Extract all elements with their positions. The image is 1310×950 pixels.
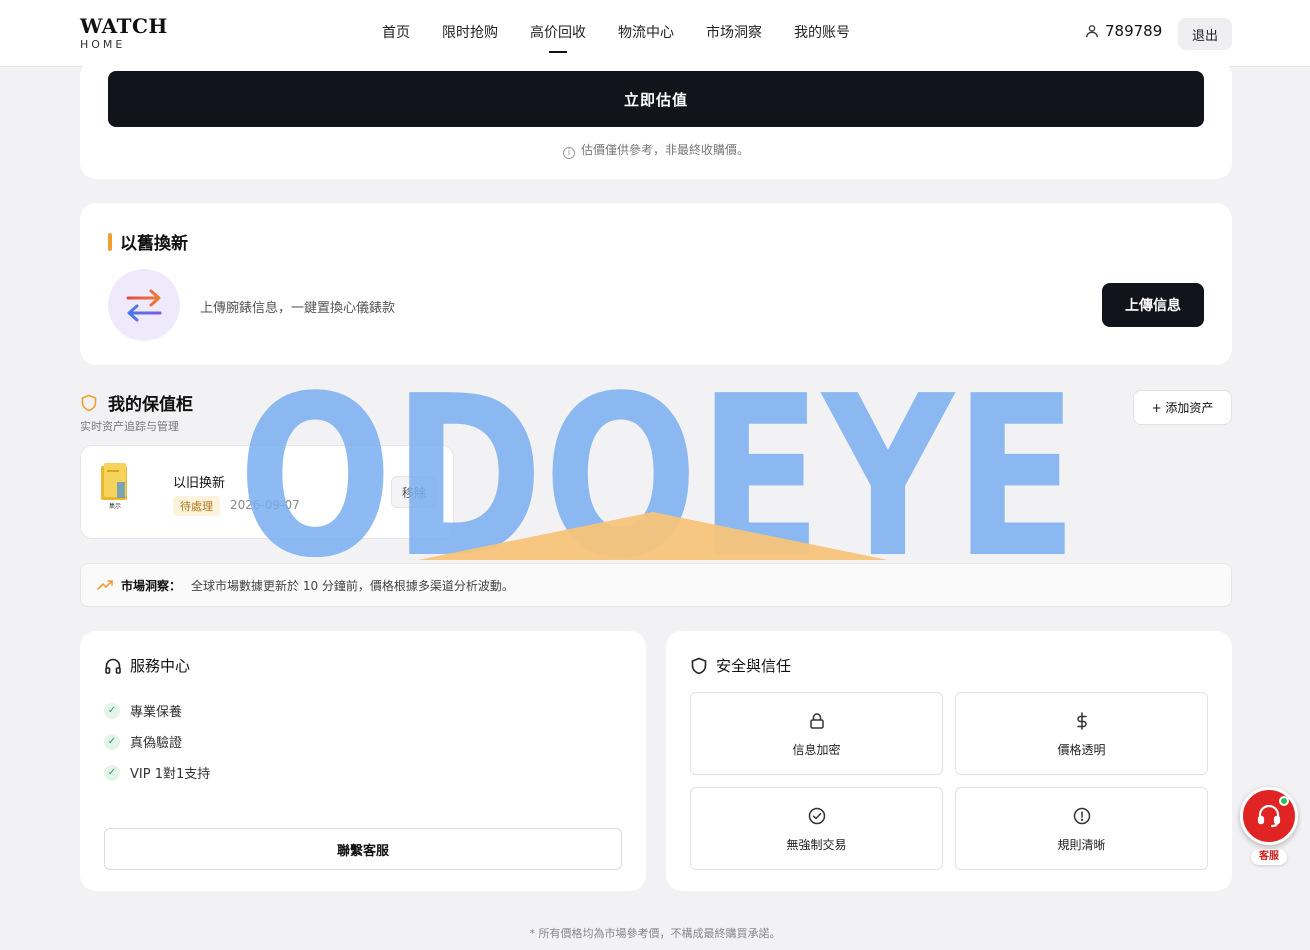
estimate-button[interactable]: 立即估值 xyxy=(108,71,1204,127)
security-title: 安全與信任 xyxy=(690,655,791,676)
market-insight-bar: 市場洞察： 全球市場數據更新於 10 分鐘前，價格根據多渠道分析波動。 xyxy=(80,563,1232,607)
list-item: ✓ 專業保養 xyxy=(104,695,210,726)
trending-up-icon xyxy=(97,580,113,590)
status-badge: 待處理 xyxy=(173,496,220,516)
info-icon: i xyxy=(562,147,575,159)
logo-sub: HOME xyxy=(80,38,126,51)
shield-icon xyxy=(691,657,707,674)
trade-in-card: 以舊換新 上傳腕錶信息，一鍵置換心儀錶款 上傳信息 xyxy=(80,203,1232,365)
security-tile-pricing: 價格透明 xyxy=(955,692,1208,775)
tile-label: 規則清晰 xyxy=(1057,838,1106,852)
user-icon xyxy=(1086,25,1098,38)
market-label: 市場洞察： xyxy=(121,578,182,593)
check-icon: ✓ xyxy=(104,764,120,781)
nav-account[interactable]: 我的账号 xyxy=(778,0,866,67)
vault-title: 我的保值柜 xyxy=(80,390,193,415)
service-title: 服務中心 xyxy=(104,655,190,676)
tile-label: 無強制交易 xyxy=(786,838,847,852)
upload-info-button[interactable]: 上傳信息 xyxy=(1102,283,1204,327)
asset-card[interactable]: 集示 以旧换新 待處理 2026-09-07 移除 xyxy=(80,445,454,539)
list-item: ✓ VIP 1對1支持 xyxy=(104,757,210,788)
remove-asset-button[interactable]: 移除 xyxy=(391,476,437,508)
online-indicator xyxy=(1279,796,1289,806)
list-item: ✓ 真偽驗證 xyxy=(104,726,210,757)
market-text: 全球市場數據更新於 10 分鐘前，價格根據多渠道分析波動。 xyxy=(191,578,514,593)
alert-circle-icon xyxy=(1073,807,1091,825)
service-item-label: 真偽驗證 xyxy=(130,736,183,751)
estimate-note-text: 估價僅供參考，非最終收購價。 xyxy=(580,143,749,157)
footer-note: * 所有價格均為市場參考價，不構成最終購買承諾。 xyxy=(529,927,781,940)
top-header: WATCH HOME 首页 限时抢购 高价回收 物流中心 市场洞察 我的账号 7… xyxy=(0,0,1310,67)
security-tile-no-forced-trade: 無強制交易 xyxy=(690,787,943,870)
security-tile-encryption: 信息加密 xyxy=(690,692,943,775)
customer-service-label[interactable]: 客服 xyxy=(1251,849,1287,865)
username: 789789 xyxy=(1105,22,1163,40)
tile-label: 信息加密 xyxy=(792,743,841,757)
check-icon: ✓ xyxy=(104,702,120,719)
asset-date: 2026-09-07 xyxy=(230,498,300,512)
nav-market[interactable]: 市场洞察 xyxy=(690,0,778,67)
dollar-icon xyxy=(1077,712,1087,730)
service-item-label: VIP 1對1支持 xyxy=(130,767,211,782)
trade-in-title: 以舊換新 xyxy=(108,229,188,254)
headset-icon xyxy=(1257,804,1281,828)
asset-thumb-label: 集示 xyxy=(109,503,122,510)
vault-subtitle: 实时资产追踪与管理 xyxy=(80,420,179,433)
tile-label: 價格透明 xyxy=(1057,743,1106,757)
contact-support-button[interactable]: 聯繫客服 xyxy=(104,828,622,870)
headphones-icon xyxy=(105,658,121,674)
nav-flash-sale[interactable]: 限时抢购 xyxy=(426,0,514,67)
nav-logistics[interactable]: 物流中心 xyxy=(602,0,690,67)
service-center-card: 服務中心 ✓ 專業保養 ✓ 真偽驗證 ✓ VIP 1對1支持 聯繫客服 xyxy=(80,631,646,891)
nav-home[interactable]: 首页 xyxy=(366,0,426,67)
shield-icon xyxy=(81,394,97,411)
logo[interactable]: WATCH HOME xyxy=(80,14,168,52)
swap-arrows-icon xyxy=(108,269,180,341)
service-list: ✓ 專業保養 ✓ 真偽驗證 ✓ VIP 1對1支持 xyxy=(104,695,210,788)
service-title-text: 服務中心 xyxy=(130,657,191,675)
service-item-label: 專業保養 xyxy=(130,705,183,720)
trade-in-title-text: 以舊換新 xyxy=(120,234,188,254)
check-icon: ✓ xyxy=(104,733,120,750)
asset-name: 以旧换新 xyxy=(173,476,226,491)
security-title-text: 安全與信任 xyxy=(716,657,792,675)
estimate-card: 立即估值 i 估價僅供參考，非最終收購價。 xyxy=(80,60,1232,179)
logo-main: WATCH xyxy=(80,14,168,38)
customer-service-button[interactable] xyxy=(1240,787,1298,845)
estimate-note: i 估價僅供參考，非最終收購價。 xyxy=(80,141,1232,159)
security-tile-clear-rules: 規則清晰 xyxy=(955,787,1208,870)
accent-bar xyxy=(108,232,112,251)
main-nav: 首页 限时抢购 高价回收 物流中心 市场洞察 我的账号 xyxy=(366,0,866,67)
add-asset-button[interactable]: + 添加资产 xyxy=(1133,390,1232,425)
trade-in-description: 上傳腕錶信息，一鍵置換心儀錶款 xyxy=(200,301,396,316)
nav-recycle[interactable]: 高价回收 xyxy=(514,0,602,67)
user-info[interactable]: 789789 xyxy=(1085,22,1162,40)
security-card: 安全與信任 信息加密 價格透明 無強制交易 規則清晰 xyxy=(666,631,1232,891)
logout-button[interactable]: 退出 xyxy=(1178,18,1232,50)
check-circle-icon xyxy=(808,807,826,825)
vault-title-text: 我的保值柜 xyxy=(108,395,193,415)
lock-icon xyxy=(810,713,824,729)
